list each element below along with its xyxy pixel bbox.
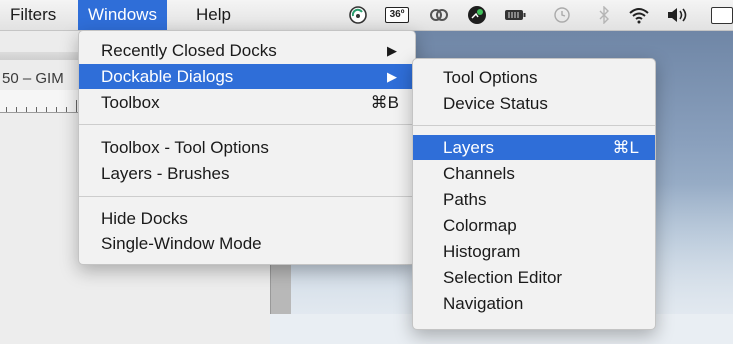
window-title: 50 – GIM <box>2 70 64 87</box>
menu-item-label: Tool Options <box>443 68 538 87</box>
menu-item-layers-brushes[interactable]: Layers - Brushes <box>79 161 415 186</box>
menu-item-histogram[interactable]: Histogram <box>413 239 655 264</box>
menu-item-label: Channels <box>443 164 515 183</box>
volume-icon[interactable] <box>665 6 695 24</box>
ruler-tick <box>56 107 57 112</box>
menu-separator <box>413 125 655 126</box>
menu-item-recently-closed-docks[interactable]: Recently Closed Docks ▶ <box>79 38 415 63</box>
submenu-arrow-icon: ▶ <box>387 69 397 84</box>
ruler-tick <box>26 107 27 112</box>
menu-item-device-status[interactable]: Device Status <box>413 91 655 116</box>
menu-item-tool-options[interactable]: Tool Options <box>413 65 655 90</box>
shortcut-label: ⌘L <box>612 138 639 157</box>
creative-cloud-icon[interactable] <box>428 6 450 24</box>
menu-item-layers[interactable]: Layers ⌘L <box>413 135 655 160</box>
menu-item-label: Dockable Dialogs <box>101 67 234 86</box>
menu-item-channels[interactable]: Channels <box>413 161 655 186</box>
input-source-icon[interactable] <box>710 6 733 24</box>
battery-icon[interactable] <box>503 6 527 24</box>
menu-separator <box>79 196 415 197</box>
menu-item-label: Colormap <box>443 216 517 235</box>
menu-item-label: Hide Docks <box>101 209 188 228</box>
bluetooth-icon[interactable] <box>596 6 612 24</box>
ruler-tick <box>36 107 37 112</box>
menu-item-paths[interactable]: Paths <box>413 187 655 212</box>
menu-item-label: Recently Closed Docks <box>101 41 277 60</box>
menu-item-label: Layers - Brushes <box>101 164 230 183</box>
menu-separator <box>79 124 415 125</box>
menu-item-label: Layers <box>443 138 495 157</box>
menubar-help[interactable]: Help <box>186 0 241 30</box>
menu-item-toolbox[interactable]: Toolbox ⌘B <box>79 90 415 115</box>
menu-item-dockable-dialogs[interactable]: Dockable Dialogs ▶ <box>79 64 415 89</box>
submenu-arrow-icon: ▶ <box>387 43 397 58</box>
battery-percent-icon[interactable]: 36º <box>385 6 409 24</box>
horizontal-ruler[interactable]: 2 <box>0 90 86 113</box>
badge-text: 36º <box>385 7 409 23</box>
menu-item-label: Selection Editor <box>443 268 563 287</box>
ruler-tick <box>46 107 47 112</box>
shortcut-label: ⌘B <box>370 93 399 112</box>
dockable-dialogs-submenu: Tool Options Device Status Layers ⌘L Cha… <box>412 58 656 330</box>
menu-item-navigation[interactable]: Navigation <box>413 291 655 316</box>
menu-item-label: Device Status <box>443 94 548 113</box>
wifi-icon[interactable] <box>626 6 652 24</box>
menu-item-colormap[interactable]: Colormap <box>413 213 655 238</box>
dark-app-icon[interactable] <box>466 6 488 24</box>
ruler-tick <box>66 107 67 112</box>
menu-item-label: Toolbox - Tool Options <box>101 138 269 157</box>
menu-item-label: Toolbox <box>101 93 160 112</box>
menu-item-toolbox-tool-options[interactable]: Toolbox - Tool Options <box>79 135 415 160</box>
time-machine-icon[interactable] <box>551 6 573 24</box>
menubar-windows[interactable]: Windows <box>78 0 167 30</box>
menu-item-selection-editor[interactable]: Selection Editor <box>413 265 655 290</box>
menu-bar: Filters Windows Help 36º <box>0 0 733 31</box>
menubar-filters[interactable]: Filters <box>0 0 66 30</box>
windows-menu: Recently Closed Docks ▶ Dockable Dialogs… <box>78 30 416 265</box>
gimp-icon[interactable] <box>348 6 368 24</box>
menu-item-hide-docks[interactable]: Hide Docks <box>79 206 415 231</box>
menu-item-label: Single-Window Mode <box>101 234 262 253</box>
menu-item-single-window-mode[interactable]: Single-Window Mode <box>79 231 415 256</box>
menu-item-label: Paths <box>443 190 487 209</box>
menu-item-label: Histogram <box>443 242 521 261</box>
menu-item-label: Navigation <box>443 294 524 313</box>
ruler-tick <box>16 107 17 112</box>
ruler-tick <box>76 100 77 112</box>
ruler-tick <box>6 107 7 112</box>
